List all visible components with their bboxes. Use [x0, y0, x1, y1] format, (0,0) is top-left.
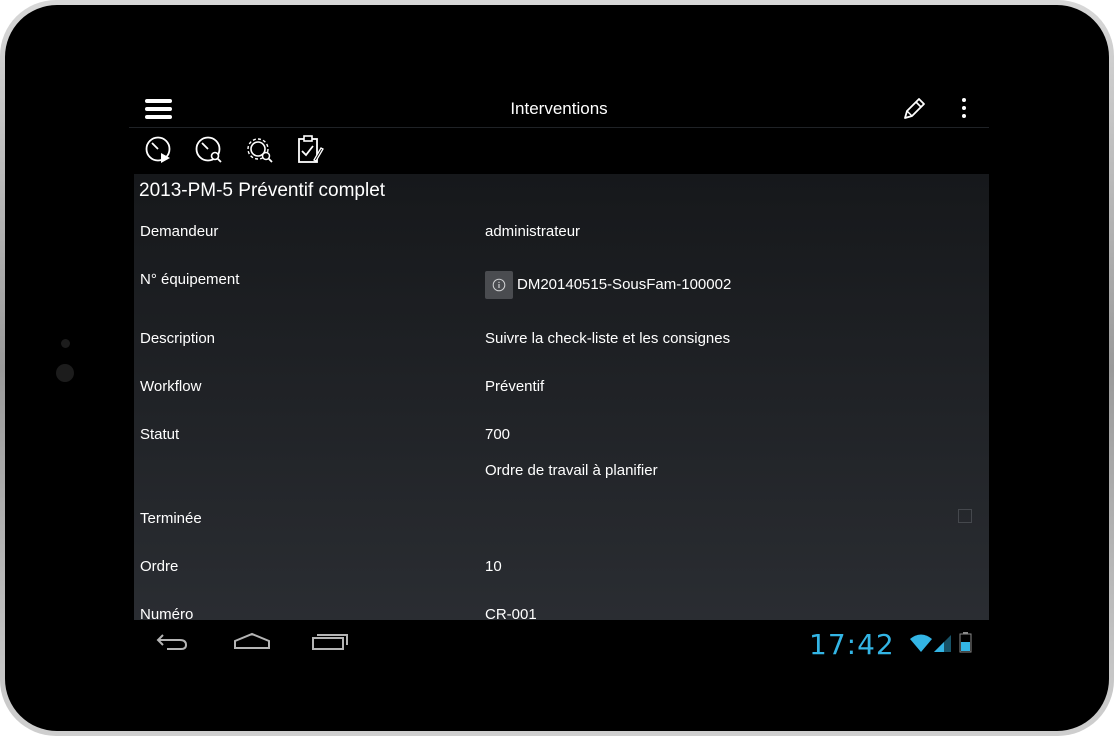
- signal-icon: [934, 635, 951, 652]
- action-bar: Interventions: [129, 89, 989, 128]
- description-value: Suivre la check-liste et les consignes: [485, 330, 731, 347]
- ordre-value: 10: [485, 558, 502, 575]
- equipement-label: N° équipement: [140, 271, 240, 288]
- ordre-label: Ordre: [140, 558, 179, 575]
- page-title: Interventions: [510, 99, 608, 118]
- wifi-icon: [910, 634, 932, 652]
- gear-search-icon[interactable]: [244, 134, 276, 166]
- statut-label: Statut: [140, 426, 180, 443]
- equipement-value[interactable]: DM20140515-SousFam-100002: [517, 276, 731, 293]
- pencil-edit-icon[interactable]: [901, 96, 927, 122]
- overflow-menu-icon[interactable]: [959, 98, 969, 120]
- numero-label: Numéro: [140, 606, 194, 620]
- demandeur-label: Demandeur: [140, 223, 219, 240]
- app-screen: Interventions 2013-PM-5 Préventif comple…: [129, 89, 989, 620]
- equipement-info-button[interactable]: [485, 271, 513, 299]
- workflow-label: Workflow: [140, 378, 202, 395]
- clipboard-check-icon[interactable]: [294, 134, 326, 166]
- battery-icon: [959, 632, 972, 653]
- statut-value: 700: [485, 426, 511, 443]
- sensor-dot: [61, 339, 70, 348]
- status-icons: [909, 632, 975, 659]
- status-clock: 17:42: [809, 628, 895, 661]
- camera-lens: [56, 364, 74, 382]
- record-detail: 2013-PM-5 Préventif complet Demandeur ad…: [134, 174, 989, 620]
- numero-value: CR-001: [485, 606, 537, 620]
- recent-apps-icon[interactable]: [311, 630, 349, 657]
- demandeur-value: administrateur: [485, 223, 581, 240]
- tablet-bezel: Interventions 2013-PM-5 Préventif comple…: [5, 5, 1109, 731]
- description-label: Description: [140, 330, 216, 347]
- record-toolbar: [129, 134, 989, 166]
- home-icon[interactable]: [233, 630, 271, 657]
- clock-search-icon[interactable]: [194, 134, 226, 166]
- back-icon[interactable]: [155, 630, 191, 657]
- workflow-value: Préventif: [485, 378, 545, 395]
- terminee-checkbox[interactable]: [958, 509, 972, 523]
- tablet-frame: Interventions 2013-PM-5 Préventif comple…: [0, 0, 1114, 736]
- statut-detail: Ordre de travail à planifier: [485, 462, 658, 479]
- clock-play-icon[interactable]: [144, 134, 176, 166]
- system-nav-bar: 17:42: [129, 620, 989, 668]
- record-title: 2013-PM-5 Préventif complet: [139, 180, 386, 201]
- info-icon: [492, 278, 506, 292]
- terminee-label: Terminée: [140, 510, 202, 527]
